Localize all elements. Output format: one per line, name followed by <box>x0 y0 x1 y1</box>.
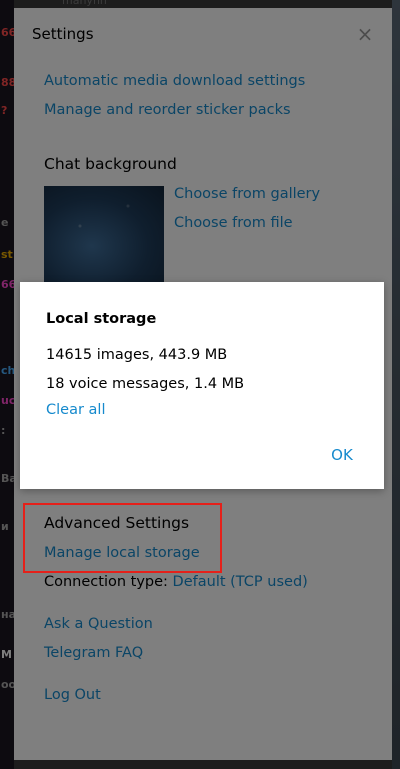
voice-storage-info: 18 voice messages, 1.4 MB <box>46 376 245 392</box>
clear-all-link[interactable]: Clear all <box>46 402 105 418</box>
highlight-box <box>23 503 222 573</box>
local-storage-dialog: Local storage 14615 images, 443.9 MB 18 … <box>20 282 384 489</box>
ok-button[interactable]: OK <box>320 442 364 468</box>
dialog-title: Local storage <box>46 311 157 327</box>
images-storage-info: 14615 images, 443.9 MB <box>46 347 228 363</box>
